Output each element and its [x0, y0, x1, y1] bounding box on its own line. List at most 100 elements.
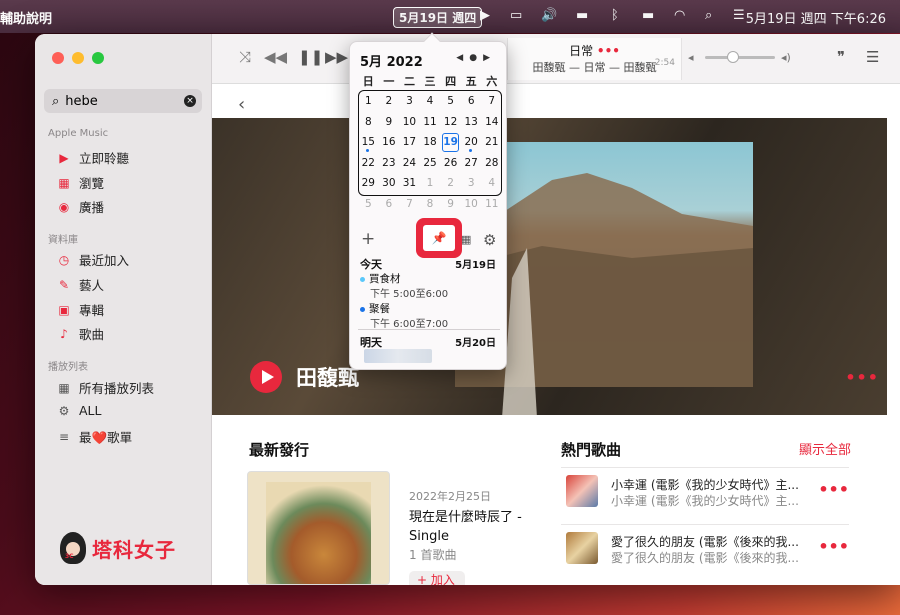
- show-all-link[interactable]: 顯示全部: [799, 439, 851, 458]
- volume-icon[interactable]: 🔊: [541, 8, 557, 23]
- shuffle-icon[interactable]: ⤨: [239, 48, 251, 66]
- calendar-day[interactable]: 10: [399, 112, 420, 133]
- gear-icon[interactable]: ⚙: [483, 231, 496, 249]
- zoom-button[interactable]: [92, 52, 104, 64]
- calendar-day[interactable]: 5: [358, 194, 379, 215]
- flag-icon[interactable]: ▬: [576, 8, 588, 23]
- menubar-calendar-date[interactable]: 5月19日 週四: [393, 7, 483, 28]
- song-more-button[interactable]: •••: [818, 537, 849, 556]
- play-artist-button[interactable]: [250, 361, 282, 393]
- sidebar-item-recently-added[interactable]: ◷ 最近加入: [57, 250, 129, 269]
- plus-icon[interactable]: +: [361, 229, 375, 249]
- calendar-day[interactable]: 25: [420, 153, 441, 174]
- pin-icon[interactable]: 📌: [423, 225, 455, 251]
- artist-more-button[interactable]: •••: [845, 368, 879, 387]
- calendar-day[interactable]: 22: [358, 153, 379, 174]
- calendar-day[interactable]: 2: [440, 173, 461, 194]
- release-title[interactable]: 現在是什麼時辰了 - Single: [409, 508, 539, 546]
- calendar-day[interactable]: 3: [461, 173, 482, 194]
- calendar-day[interactable]: 15: [358, 132, 379, 153]
- calendar-day[interactable]: 11: [481, 194, 502, 215]
- calendar-day[interactable]: 8: [420, 194, 441, 215]
- menu-help[interactable]: 輔助說明: [0, 8, 52, 27]
- calendar-icon[interactable]: ▦: [461, 233, 471, 246]
- calendar-day[interactable]: 6: [379, 194, 400, 215]
- now-playing-more[interactable]: •••: [597, 44, 620, 58]
- calendar-day[interactable]: 27: [461, 153, 482, 174]
- calendar-day[interactable]: 17: [399, 132, 420, 153]
- wifi-icon[interactable]: ◠: [674, 8, 685, 23]
- calendar-nav[interactable]: ◀●▶: [456, 53, 496, 63]
- calendar-day[interactable]: 20: [461, 132, 482, 153]
- calendar-day[interactable]: 7: [399, 194, 420, 215]
- calendar-day[interactable]: 26: [440, 153, 461, 174]
- queue-icon[interactable]: ☰: [866, 48, 879, 66]
- battery-icon[interactable]: ▭: [510, 8, 522, 23]
- minimize-button[interactable]: [72, 52, 84, 64]
- sidebar-item-listen-now[interactable]: ▶ 立即聆聽: [57, 148, 129, 167]
- sidebar-item-songs[interactable]: ♪ 歌曲: [57, 324, 104, 343]
- lyrics-icon[interactable]: ❞: [837, 48, 845, 66]
- event-item[interactable]: 買食材: [360, 271, 401, 286]
- calendar-day[interactable]: 30: [379, 173, 400, 194]
- sidebar-item-browse[interactable]: ▦ 瀏覽: [57, 173, 104, 192]
- calendar-day[interactable]: 21: [481, 132, 502, 153]
- search-icon[interactable]: ⌕: [705, 8, 712, 23]
- calendar-day[interactable]: 1: [420, 173, 441, 194]
- calendar-day[interactable]: 23: [379, 153, 400, 174]
- song-more-button[interactable]: •••: [818, 480, 849, 499]
- event-item[interactable]: 聚餐: [360, 301, 390, 316]
- song-row[interactable]: 愛了很久的朋友 (電影《後來的我... 愛了很久的朋友 (電影《後來的我... …: [561, 524, 849, 570]
- calendar-day[interactable]: 13: [461, 112, 482, 133]
- calendar-day[interactable]: 29: [358, 173, 379, 194]
- calendar-day[interactable]: 6: [461, 91, 482, 112]
- sidebar-item-all[interactable]: ⚙ ALL: [57, 403, 102, 418]
- control-center-icon[interactable]: ☰: [733, 8, 745, 23]
- calendar-day[interactable]: 18: [420, 132, 441, 153]
- calendar-day[interactable]: 1: [358, 91, 379, 112]
- calendar-day[interactable]: 4: [420, 91, 441, 112]
- calendar-day[interactable]: 16: [379, 132, 400, 153]
- calendar-day[interactable]: 9: [379, 112, 400, 133]
- sidebar-item-fav-playlist[interactable]: ≡ 最❤️歌單: [57, 427, 132, 446]
- sidebar-item-all-playlists[interactable]: ▦ 所有播放列表: [57, 378, 154, 397]
- weekday-label: 六: [486, 75, 498, 88]
- volume-slider[interactable]: [705, 51, 775, 63]
- album-artwork[interactable]: [247, 471, 390, 585]
- calendar-day[interactable]: 11: [420, 112, 441, 133]
- album-icon: ▣: [58, 302, 70, 317]
- battery-level-icon[interactable]: ▬: [642, 8, 654, 23]
- calendar-day[interactable]: 19: [440, 132, 461, 153]
- calendar-day[interactable]: 4: [481, 173, 502, 194]
- next-icon[interactable]: ▶▶: [325, 48, 348, 66]
- calendar-day[interactable]: 5: [440, 91, 461, 112]
- calendar-day[interactable]: 3: [399, 91, 420, 112]
- calendar-day[interactable]: 28: [481, 153, 502, 174]
- bluetooth-icon[interactable]: ᛒ: [611, 8, 619, 23]
- calendar-day[interactable]: 9: [440, 194, 461, 215]
- song-row[interactable]: 小幸運 (電影《我的少女時代》主... 小幸運 (電影《我的少女時代》主... …: [561, 467, 849, 513]
- calendar-day[interactable]: 10: [461, 194, 482, 215]
- event-time: 下午 6:00至7:00: [370, 319, 449, 330]
- previous-icon[interactable]: ◀◀: [264, 48, 287, 66]
- search-input[interactable]: ⌕ hebe ×: [44, 89, 202, 113]
- volume-knob[interactable]: [727, 51, 739, 63]
- now-playing[interactable]: 日常 ••• 田馥甄 — 日常 — 田馥甄 2:54: [507, 38, 682, 80]
- sidebar-item-albums[interactable]: ▣ 專輯: [57, 300, 104, 319]
- close-button[interactable]: [52, 52, 64, 64]
- calendar-day[interactable]: 7: [481, 91, 502, 112]
- back-icon[interactable]: ‹: [238, 94, 245, 115]
- calendar-day[interactable]: 2: [379, 91, 400, 112]
- calendar-day[interactable]: 14: [481, 112, 502, 133]
- menubar-clock[interactable]: 5月19日 週四 下午6:26: [746, 8, 886, 27]
- calendar-day[interactable]: 12: [440, 112, 461, 133]
- calendar-day[interactable]: 8: [358, 112, 379, 133]
- add-button[interactable]: + 加入: [409, 571, 465, 585]
- calendar-day[interactable]: 31: [399, 173, 420, 194]
- calendar-day[interactable]: 24: [399, 153, 420, 174]
- sidebar-item-artists[interactable]: ✎ 藝人: [57, 275, 104, 294]
- pause-icon[interactable]: ❚❚: [298, 48, 323, 66]
- play-icon[interactable]: ▶: [480, 8, 490, 23]
- clear-search-icon[interactable]: ×: [184, 95, 196, 107]
- sidebar-item-radio[interactable]: ◉ 廣播: [57, 197, 104, 216]
